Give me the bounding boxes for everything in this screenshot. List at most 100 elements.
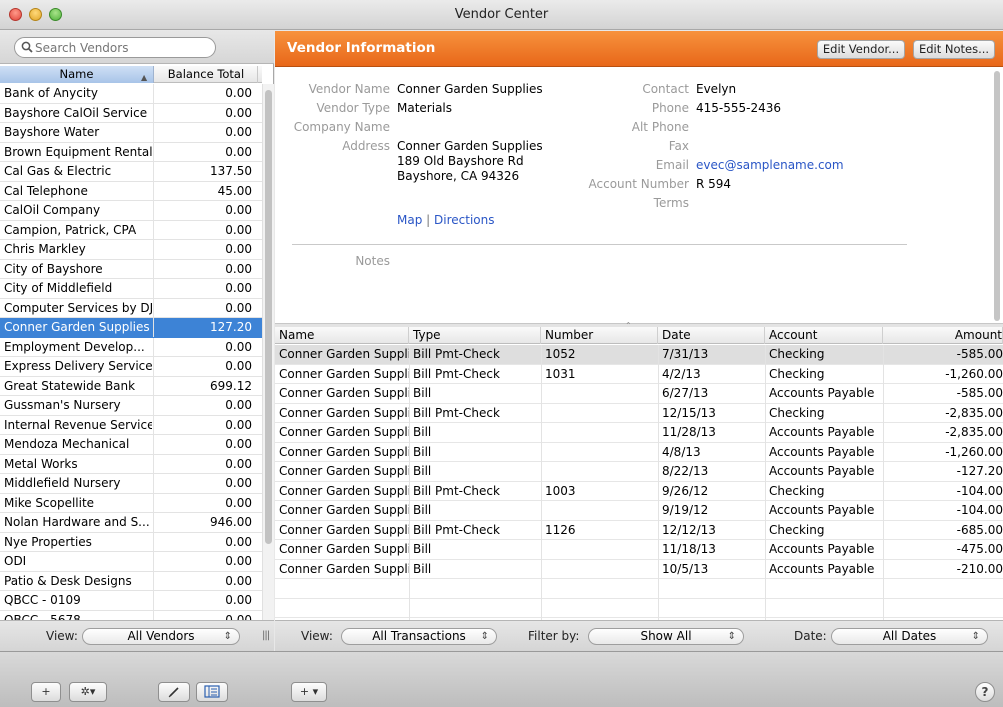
- transaction-account: Accounts Payable: [769, 503, 875, 517]
- map-link[interactable]: Map: [397, 213, 422, 227]
- panel-resize-grip-icon[interactable]: |||: [262, 630, 270, 641]
- vendor-row[interactable]: Nolan Hardware and S... 946.00: [0, 513, 262, 533]
- vendor-row[interactable]: Bayshore Water 0.00: [0, 123, 262, 143]
- add-transaction-button[interactable]: + ▾: [291, 682, 327, 702]
- vendor-row[interactable]: ODI 0.00: [0, 552, 262, 572]
- vendor-balance: 0.00: [225, 573, 252, 588]
- vendor-balance: 0.00: [225, 495, 252, 510]
- vendor-name: Brown Equipment Rental: [4, 144, 152, 159]
- search-field[interactable]: [14, 37, 216, 58]
- transaction-account: Checking: [769, 347, 825, 361]
- vendor-row[interactable]: Gussman's Nursery 0.00: [0, 396, 262, 416]
- column-header-date[interactable]: Date: [658, 327, 765, 344]
- edit-notes-button[interactable]: Edit Notes...: [913, 40, 995, 59]
- vendor-row[interactable]: Nye Properties 0.00: [0, 532, 262, 552]
- details-scroll-thumb[interactable]: [994, 71, 1000, 321]
- vendor-balance: 0.00: [225, 339, 252, 354]
- balance-column-header[interactable]: Balance Total: [155, 66, 258, 83]
- vendor-row[interactable]: QBCC - 0109 0.00: [0, 591, 262, 611]
- transaction-row[interactable]: Conner Garden Supplies Bill 9/19/12 Account…: [275, 501, 1003, 521]
- column-header-type[interactable]: Type: [409, 327, 541, 344]
- vendor-row[interactable]: City of Middlefield 0.00: [0, 279, 262, 299]
- vendor-row[interactable]: Cal Telephone 45.00: [0, 181, 262, 201]
- vendor-row[interactable]: Metal Works 0.00: [0, 454, 262, 474]
- transaction-row[interactable]: Conner Garden Supplies Bill 8/22/13 Account…: [275, 462, 1003, 482]
- vendor-row[interactable]: Bank of Anycity 0.00: [0, 84, 262, 104]
- add-vendor-button[interactable]: +: [31, 682, 61, 702]
- column-header-account[interactable]: Account: [765, 327, 883, 344]
- vendor-row[interactable]: Cal Gas & Electric 137.50: [0, 162, 262, 182]
- edit-vendor-button[interactable]: Edit Vendor...: [817, 40, 905, 59]
- vendor-name: Employment Develop...: [4, 339, 145, 354]
- toggle-details-button[interactable]: [196, 682, 228, 702]
- transaction-number: [541, 384, 658, 403]
- transaction-account: Accounts Payable: [769, 542, 875, 556]
- vendor-balance: 0.00: [225, 242, 252, 256]
- vendor-row[interactable]: Mendoza Mechanical 0.00: [0, 435, 262, 455]
- transaction-row[interactable]: Conner Garden Supplies Bill Pmt-Check 1003…: [275, 482, 1003, 501]
- transaction-row[interactable]: Conner Garden Supplies Bill 6/27/13 Account…: [275, 384, 1003, 404]
- vendor-name-value: Conner Garden Supplies: [397, 82, 543, 96]
- transaction-amount: -685.00: [956, 522, 1003, 537]
- vendor-row[interactable]: Middlefield Nursery 0.00: [0, 474, 262, 494]
- vendor-view-popup[interactable]: All Vendors ⇕: [82, 628, 240, 645]
- details-scrollbar[interactable]: [993, 71, 1002, 321]
- transaction-row[interactable]: Conner Garden Supplies Bill 10/5/13 Account…: [275, 560, 1003, 579]
- action-menu-button[interactable]: ✲▾: [69, 682, 107, 702]
- vendor-row[interactable]: Brown Equipment Rental 0.00: [0, 142, 262, 162]
- transaction-row[interactable]: Conner Garden Supplies Bill Pmt-Check 1052…: [275, 345, 1003, 365]
- transaction-row[interactable]: Conner Garden Supplies Bill Pmt-Check 12/1…: [275, 404, 1003, 423]
- email-link[interactable]: evec@samplename.com: [696, 158, 844, 172]
- help-button[interactable]: ?: [975, 682, 995, 702]
- edit-button[interactable]: [158, 682, 190, 702]
- transaction-row[interactable]: Conner Garden Supplies Bill Pmt-Check 1126…: [275, 521, 1003, 540]
- vendor-row[interactable]: Chris Markley 0.00: [0, 240, 262, 260]
- vendor-row[interactable]: Internal Revenue Service 0.00: [0, 415, 262, 435]
- vendor-name: Mike Scopellite: [4, 495, 95, 510]
- filter-by-popup[interactable]: Show All ⇕: [588, 628, 744, 645]
- fax-label: Fax: [668, 139, 689, 153]
- vendor-row[interactable]: Bayshore CalOil Service 0.00: [0, 103, 262, 123]
- vendor-type-value: Materials: [397, 101, 453, 115]
- name-column-header[interactable]: Name ▲: [0, 66, 154, 83]
- column-gridline: [541, 345, 542, 620]
- vendor-row[interactable]: Employment Develop... 0.00: [0, 337, 262, 357]
- popup-arrows-icon: ⇕: [727, 631, 736, 642]
- phone-label: Phone: [651, 101, 689, 115]
- vendor-name: ODI: [4, 554, 27, 568]
- search-vendors-input[interactable]: [35, 40, 210, 55]
- vendor-row[interactable]: Computer Services by DJ 0.00: [0, 298, 262, 318]
- transaction-amount: -585.00: [956, 347, 1003, 361]
- vendor-name: Great Statewide Bank: [4, 378, 136, 393]
- column-header-number[interactable]: Number: [541, 327, 658, 344]
- transactions-view-popup[interactable]: All Transactions ⇕: [341, 628, 497, 645]
- email-label: Email: [655, 158, 689, 172]
- help-icon: ?: [981, 685, 989, 699]
- directions-link[interactable]: Directions: [434, 213, 494, 227]
- transaction-row[interactable]: Conner Garden Supplies Bill 11/18/13 Accoun…: [275, 540, 1003, 560]
- vendor-list-scrollbar[interactable]: [262, 84, 274, 621]
- vendor-details: Vendor Name Vendor Type Company Name Add…: [275, 68, 990, 323]
- column-header-name[interactable]: Name: [275, 327, 409, 344]
- vendor-balance: 0.00: [225, 456, 252, 471]
- transaction-row[interactable]: Conner Garden Supplies Bill Pmt-Check 1031…: [275, 365, 1003, 384]
- vendor-row[interactable]: Express Delivery Service 0.00: [0, 357, 262, 377]
- transaction-type: Bill: [413, 425, 432, 439]
- vendor-row[interactable]: Great Statewide Bank 699.12: [0, 376, 262, 396]
- transaction-row[interactable]: Conner Garden Supplies Bill 11/28/13 Accoun…: [275, 423, 1003, 443]
- vendor-row[interactable]: Mike Scopellite 0.00: [0, 493, 262, 513]
- column-header-amount[interactable]: Amount: [883, 327, 1003, 344]
- vendor-row[interactable]: City of Bayshore 0.00: [0, 259, 262, 279]
- vendor-list-scroll-thumb[interactable]: [265, 90, 272, 544]
- vendor-row[interactable]: Conner Garden Supplies 127.20: [0, 318, 262, 338]
- vendor-name-label: Vendor Name: [308, 82, 390, 96]
- vendor-row[interactable]: CalOil Company 0.00: [0, 201, 262, 221]
- transaction-number: 1003: [545, 483, 576, 498]
- vendor-row[interactable]: Patio & Desk Designs 0.00: [0, 571, 262, 591]
- vendor-balance: 0.00: [225, 203, 252, 217]
- transaction-name: Conner Garden Supplies: [279, 366, 409, 381]
- transaction-row[interactable]: Conner Garden Supplies Bill 4/8/13 Accounts…: [275, 443, 1003, 462]
- address-line-2: 189 Old Bayshore Rd: [397, 154, 524, 168]
- date-popup[interactable]: All Dates ⇕: [831, 628, 988, 645]
- vendor-row[interactable]: Campion, Patrick, CPA 0.00: [0, 220, 262, 240]
